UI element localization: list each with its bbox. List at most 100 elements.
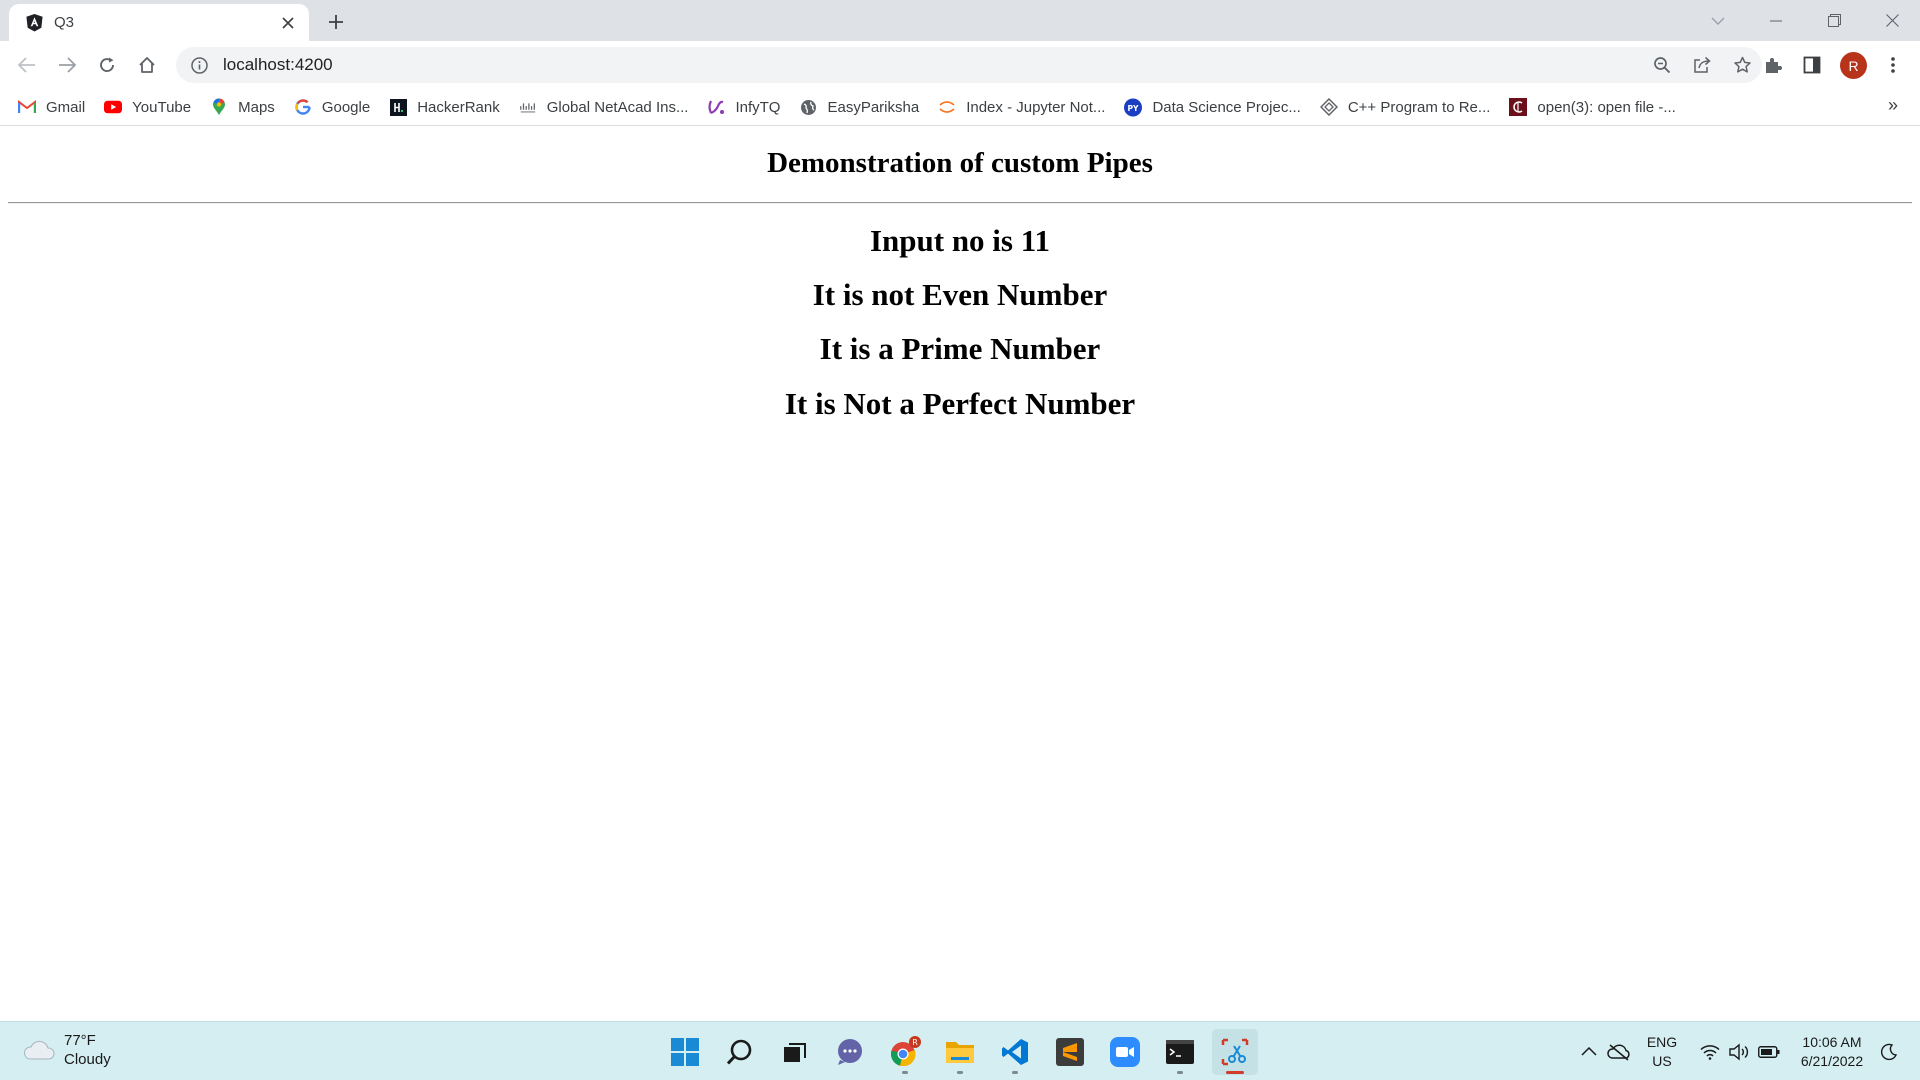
battery-icon[interactable] <box>1756 1022 1782 1080</box>
forward-arrow-icon[interactable] <box>52 50 82 80</box>
bookmark-label: YouTube <box>132 98 192 116</box>
browser-toolbar: localhost:4200 R <box>0 41 1920 89</box>
vscode-icon <box>1002 1039 1028 1065</box>
bookmark-label: Global NetAcad Ins... <box>546 98 689 116</box>
youtube-icon <box>104 98 123 116</box>
divider <box>8 202 1912 204</box>
bookmark-infytq[interactable]: InfyTQ <box>705 92 789 122</box>
minimize-button[interactable] <box>1748 0 1804 41</box>
result-perfect-check: It is Not a Perfect Number <box>784 386 1136 421</box>
taskbar-sublime-text[interactable] <box>1047 1029 1093 1075</box>
bookmarks-bar: Gmail YouTube Maps Google HackerRank Glo… <box>0 89 1920 126</box>
zoom-icon[interactable] <box>1642 47 1682 83</box>
manpage-icon <box>1509 98 1528 116</box>
bookmark-open-manpage[interactable]: open(3): open file -... <box>1507 92 1684 122</box>
hackerrank-icon <box>389 98 407 116</box>
windows-taskbar: 77°F Cloudy R ENG US 10:06 AM 6/21/2022 <box>0 1021 1920 1080</box>
profile-avatar[interactable]: R <box>1840 52 1867 79</box>
bookmark-label: Data Science Projec... <box>1152 98 1301 116</box>
bookmark-hackerrank[interactable]: HackerRank <box>387 92 509 122</box>
restore-button[interactable] <box>1806 0 1862 41</box>
search-icon <box>726 1039 752 1065</box>
web-page-content: Demonstration of custom Pipes Input no i… <box>0 126 1920 1021</box>
bookmark-label: Index - Jupyter Not... <box>966 98 1106 116</box>
weather-widget[interactable]: 77°F Cloudy <box>22 1031 111 1069</box>
taskbar-chrome[interactable]: R <box>882 1029 928 1075</box>
tab-search-chevron-icon[interactable] <box>1690 0 1746 41</box>
taskbar-zoom[interactable] <box>1102 1029 1148 1075</box>
bookmark-netacad[interactable]: Global NetAcad Ins... <box>517 92 698 122</box>
share-icon[interactable] <box>1682 47 1722 83</box>
volume-icon[interactable] <box>1726 1022 1752 1080</box>
back-arrow-icon[interactable] <box>12 50 42 80</box>
clock-date: 6/21/2022 <box>1800 1052 1864 1069</box>
tab-title: Q3 <box>54 14 75 31</box>
language-indicator[interactable]: ENG US <box>1640 1022 1684 1080</box>
tab-close-icon[interactable] <box>277 12 299 34</box>
cisco-icon <box>519 98 537 116</box>
task-view-icon <box>784 1043 806 1062</box>
bookmark-label: HackerRank <box>417 98 500 116</box>
chrome-icon: R <box>890 1036 921 1067</box>
bookmark-google[interactable]: Google <box>292 92 379 122</box>
bookmark-youtube[interactable]: YouTube <box>102 92 200 122</box>
wifi-icon[interactable] <box>1697 1022 1723 1080</box>
gmail-icon <box>18 98 36 116</box>
new-tab-button[interactable] <box>322 8 350 36</box>
start-button[interactable] <box>662 1029 708 1075</box>
bookmarks-overflow-chevron-icon[interactable]: » <box>1888 95 1898 116</box>
focus-moon-icon[interactable] <box>1876 1022 1902 1080</box>
running-indicator <box>1177 1071 1183 1074</box>
sublime-text-icon <box>1056 1038 1084 1066</box>
chat-icon <box>838 1039 862 1065</box>
snipping-tool-icon <box>1221 1038 1249 1066</box>
taskbar-vscode[interactable] <box>992 1029 1038 1075</box>
browser-tab-active[interactable]: Q3 <box>9 4 309 41</box>
running-indicator <box>902 1071 908 1074</box>
bookmark-star-icon[interactable] <box>1722 47 1762 83</box>
side-panel-icon[interactable] <box>1797 50 1827 80</box>
site-info-icon[interactable] <box>190 56 208 74</box>
taskbar-terminal[interactable] <box>1157 1029 1203 1075</box>
bookmark-label: open(3): open file -... <box>1537 98 1676 116</box>
chrome-profile-badge: R <box>912 1038 918 1047</box>
address-url[interactable]: localhost:4200 <box>223 55 1642 75</box>
zoom-video-icon <box>1110 1037 1140 1067</box>
extensions-puzzle-icon[interactable] <box>1757 50 1787 80</box>
cloud-icon <box>24 1040 55 1060</box>
bookmark-label: Gmail <box>46 98 86 116</box>
onedrive-offline-icon[interactable] <box>1606 1022 1632 1080</box>
task-view-button[interactable] <box>772 1029 818 1075</box>
terminal-icon <box>1166 1040 1194 1064</box>
windows-logo-icon <box>671 1038 699 1066</box>
jupyter-icon <box>938 98 956 116</box>
svg-text:PY: PY <box>1128 103 1140 112</box>
bookmark-cpp-program[interactable]: C++ Program to Re... <box>1318 92 1500 122</box>
running-indicator <box>1012 1071 1018 1074</box>
show-hidden-icons-chevron-icon[interactable] <box>1578 1022 1600 1080</box>
bookmark-label: Maps <box>238 98 275 116</box>
taskbar-search-button[interactable] <box>717 1029 763 1075</box>
bookmark-jupyter[interactable]: Index - Jupyter Not... <box>936 92 1114 122</box>
reload-icon[interactable] <box>92 50 122 80</box>
address-bar[interactable]: localhost:4200 <box>176 47 1762 83</box>
clock[interactable]: 10:06 AM 6/21/2022 <box>1796 1022 1868 1080</box>
bookmark-data-science[interactable]: PY Data Science Projec... <box>1122 92 1309 122</box>
teams-chat-button[interactable] <box>827 1029 873 1075</box>
bookmark-label: EasyPariksha <box>827 98 920 116</box>
python-icon: PY <box>1124 98 1143 116</box>
bookmark-label: C++ Program to Re... <box>1347 98 1491 116</box>
language-region: US <box>1652 1052 1672 1069</box>
bookmark-maps[interactable]: Maps <box>208 92 284 122</box>
angular-icon <box>26 13 43 32</box>
menu-kebab-icon[interactable] <box>1878 50 1908 80</box>
language-code: ENG <box>1646 1033 1678 1050</box>
bookmark-easypariksha[interactable]: EasyPariksha <box>797 92 928 122</box>
bookmark-gmail[interactable]: Gmail <box>16 92 94 122</box>
taskbar-file-explorer[interactable] <box>937 1029 983 1075</box>
home-icon[interactable] <box>132 50 162 80</box>
bookmark-label: InfyTQ <box>735 98 781 116</box>
clock-time: 10:06 AM <box>1802 1033 1862 1050</box>
taskbar-snipping-tool[interactable] <box>1212 1029 1258 1075</box>
close-window-button[interactable] <box>1864 0 1920 41</box>
